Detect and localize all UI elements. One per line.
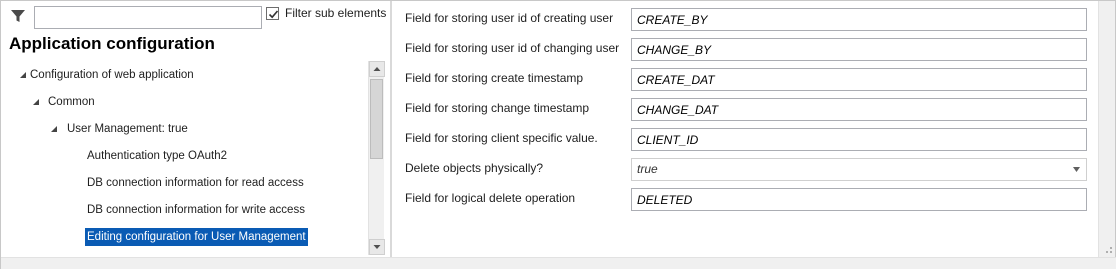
select-value: true: [637, 162, 658, 176]
field-label-client-id: Field for storing client specific value.: [405, 131, 598, 145]
triangle-expanded-icon[interactable]: [19, 71, 27, 79]
tree-scrollbar[interactable]: [368, 61, 385, 255]
check-icon: [268, 10, 279, 19]
properties-panel: Field for storing user id of creating us…: [392, 1, 1116, 269]
tree-item-label: Common: [48, 96, 95, 108]
tree-item-label: Configuration of web application: [30, 69, 194, 81]
config-tree: Configuration of web application Common …: [1, 61, 367, 257]
properties-scrollbar[interactable]: [1098, 1, 1115, 257]
scroll-up-button[interactable]: [369, 61, 385, 77]
scroll-thumb[interactable]: [370, 79, 383, 159]
create-dat-field[interactable]: [631, 68, 1087, 91]
chevron-down-icon: [1073, 167, 1080, 172]
filter-sub-elements-checkbox[interactable]: [266, 7, 279, 20]
client-id-field[interactable]: [631, 128, 1087, 151]
tree-item-label: Editing configuration for User Managemen…: [85, 228, 308, 246]
triangle-expanded-icon[interactable]: [50, 125, 58, 133]
field-label-create-dat: Field for storing create timestamp: [405, 71, 584, 85]
tree-item-label: Authentication type OAuth2: [87, 150, 228, 162]
field-label-change-dat: Field for storing change timestamp: [405, 101, 590, 115]
page-title: Application configuration: [9, 34, 215, 53]
resize-grip-icon[interactable]: [1101, 242, 1114, 255]
change-dat-field[interactable]: [631, 98, 1087, 121]
scroll-down-button[interactable]: [369, 239, 385, 255]
left-panel: Filter sub elements Application configur…: [1, 1, 390, 269]
create-by-field[interactable]: [631, 8, 1087, 31]
change-by-field[interactable]: [631, 38, 1087, 61]
arrow-down-icon: [373, 245, 381, 249]
funnel-icon[interactable]: [10, 8, 26, 24]
field-label-delete-physically: Delete objects physically?: [405, 161, 544, 175]
tree-item-label: User Management: true: [67, 123, 188, 135]
tree-item-label: DB connection information for write acce…: [87, 204, 305, 216]
app-window: Filter sub elements Application configur…: [0, 0, 1116, 269]
field-label-logical-delete: Field for logical delete operation: [405, 191, 576, 205]
status-bar: [1, 257, 1116, 269]
filter-input[interactable]: [34, 6, 262, 29]
triangle-expanded-icon[interactable]: [32, 98, 40, 106]
filter-sub-elements-label[interactable]: Filter sub elements: [285, 6, 386, 20]
logical-delete-field[interactable]: [631, 188, 1087, 211]
delete-physically-select[interactable]: true: [631, 158, 1087, 181]
tree-item-label: DB connection information for read acces…: [87, 177, 304, 189]
field-label-create-by: Field for storing user id of creating us…: [405, 11, 614, 25]
arrow-up-icon: [373, 67, 381, 71]
field-label-change-by: Field for storing user id of changing us…: [405, 41, 620, 55]
